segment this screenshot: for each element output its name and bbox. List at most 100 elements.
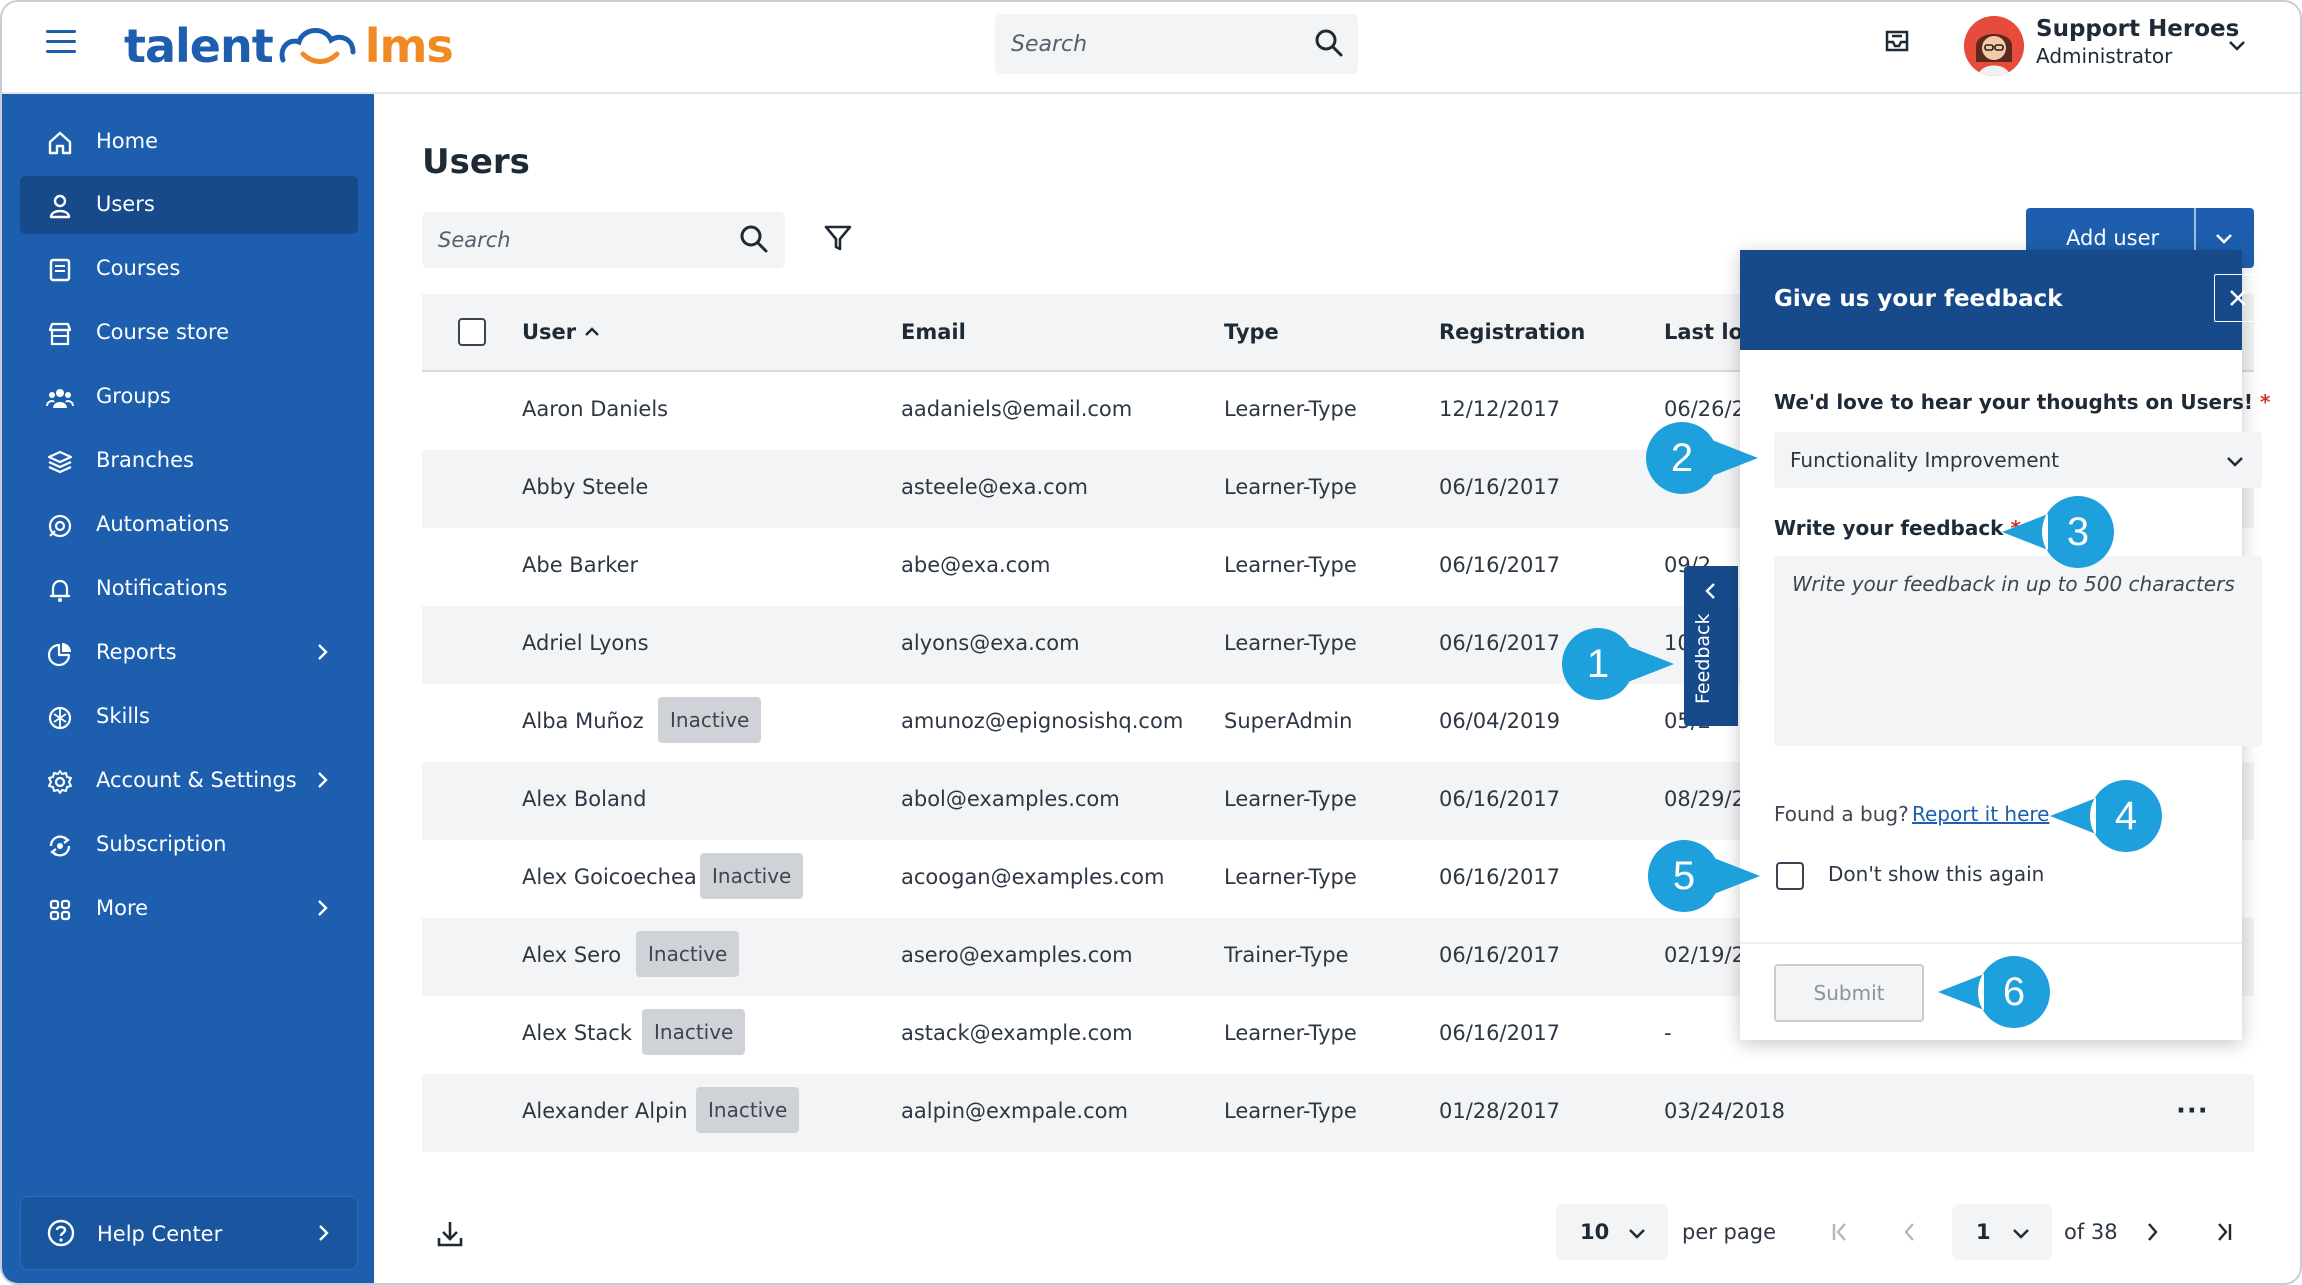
total-pages-label: of 38 xyxy=(2064,1220,2118,1244)
download-icon[interactable] xyxy=(434,1218,466,1250)
dont-show-again-label[interactable]: Don't show this again xyxy=(1828,862,2044,886)
sidebar-item-account-settings[interactable]: Account & Settings xyxy=(20,752,358,810)
search-icon[interactable] xyxy=(1314,28,1344,58)
user-registration: 06/16/2017 xyxy=(1439,553,1561,577)
user-registration: 06/16/2017 xyxy=(1439,787,1561,811)
callout-4: 4 xyxy=(2050,780,2162,852)
status-badge: Inactive xyxy=(642,1009,746,1055)
found-bug-text: Found a bug? xyxy=(1774,802,1909,826)
user-name[interactable]: Alex Sero xyxy=(522,943,621,967)
sidebar-item-label: Courses xyxy=(96,256,181,280)
sidebar-item-users[interactable]: Users xyxy=(20,176,358,234)
help-center-button[interactable]: Help Center xyxy=(20,1196,358,1270)
global-search-input[interactable] xyxy=(1011,28,1291,60)
dont-show-again-checkbox[interactable] xyxy=(1776,862,1804,890)
user-email: alyons@exa.com xyxy=(901,631,1080,655)
sidebar-item-more[interactable]: More xyxy=(20,880,358,938)
sidebar-item-label: Subscription xyxy=(96,832,227,856)
per-page-label: per page xyxy=(1682,1220,1777,1244)
column-header-email[interactable]: Email xyxy=(901,320,966,344)
feedback-textarea[interactable] xyxy=(1774,556,2262,746)
cloud-icon xyxy=(279,28,356,64)
add-user-label: Add user xyxy=(2066,226,2160,250)
menu-icon[interactable] xyxy=(46,30,76,54)
user-email: aadaniels@email.com xyxy=(901,397,1133,421)
user-name[interactable]: Alexander Alpin xyxy=(522,1099,688,1123)
last-page-icon[interactable] xyxy=(2212,1220,2236,1244)
sidebar-item-home[interactable]: Home xyxy=(20,113,358,171)
users-search-input[interactable] xyxy=(438,224,718,256)
sidebar-item-reports[interactable]: Reports xyxy=(20,624,358,682)
user-name[interactable]: Alba Muñoz xyxy=(522,709,644,733)
sidebar-item-notifications[interactable]: Notifications xyxy=(20,560,358,618)
user-type: Learner-Type xyxy=(1224,397,1357,421)
user-name[interactable]: Alex Boland xyxy=(522,787,646,811)
column-header-user[interactable]: User xyxy=(522,320,576,344)
next-page-icon[interactable] xyxy=(2140,1220,2164,1244)
profile-name: Support Heroes xyxy=(2036,16,2240,42)
feedback-tab[interactable]: Feedback xyxy=(1684,566,1738,726)
user-name[interactable]: Alex Goicoechea xyxy=(522,865,697,889)
row-actions-menu[interactable]: ··· xyxy=(2176,1096,2209,1126)
chevron-down-icon xyxy=(1629,1229,1645,1239)
close-button[interactable] xyxy=(2214,274,2262,322)
sidebar-item-courses[interactable]: Courses xyxy=(20,240,358,298)
callout-number: 3 xyxy=(2067,510,2089,554)
feedback-category-select[interactable]: Functionality Improvement xyxy=(1774,432,2262,488)
user-last-login: 03/24/2018 xyxy=(1664,1099,1786,1123)
user-last-login: - xyxy=(1664,1021,1672,1045)
submit-button[interactable]: Submit xyxy=(1774,964,1924,1022)
chevron-down-icon[interactable] xyxy=(2212,226,2236,250)
sidebar-item-label: More xyxy=(96,896,149,920)
user-name[interactable]: Alex Stack xyxy=(522,1021,632,1045)
profile-menu[interactable]: Support Heroes Administrator xyxy=(1964,8,2284,84)
user-name[interactable]: Abe Barker xyxy=(522,553,638,577)
status-badge: Inactive xyxy=(636,931,740,977)
report-bug-link[interactable]: Report it here xyxy=(1912,802,2049,826)
user-registration: 06/16/2017 xyxy=(1439,1021,1561,1045)
sidebar-item-automations[interactable]: Automations xyxy=(20,496,358,554)
feedback-panel-title: Give us your feedback xyxy=(1774,286,2063,312)
user-name[interactable]: Aaron Daniels xyxy=(522,397,668,421)
feedback-question: We'd love to hear your thoughts on Users… xyxy=(1774,390,2270,414)
user-type: Learner-Type xyxy=(1224,787,1357,811)
chevron-right-icon xyxy=(318,772,328,788)
sidebar-item-groups[interactable]: Groups xyxy=(20,368,358,426)
inbox-icon[interactable] xyxy=(1882,26,1912,56)
previous-page-icon[interactable] xyxy=(1898,1220,1922,1244)
required-mark: * xyxy=(2259,390,2271,414)
search-icon[interactable] xyxy=(739,224,769,254)
chevron-down-icon xyxy=(2227,457,2243,467)
user-type: Learner-Type xyxy=(1224,553,1357,577)
first-page-icon[interactable] xyxy=(1828,1220,1852,1244)
status-badge: Inactive xyxy=(658,697,762,743)
chevron-down-icon xyxy=(2229,41,2245,51)
courses-icon xyxy=(49,258,71,282)
per-page-select[interactable]: 10 xyxy=(1556,1204,1668,1260)
user-email: astack@example.com xyxy=(901,1021,1133,1045)
chevron-right-icon xyxy=(318,644,328,660)
sidebar-item-skills[interactable]: Skills xyxy=(20,688,358,746)
user-email: acoogan@examples.com xyxy=(901,865,1165,889)
callout-5: 5 xyxy=(1648,840,1760,912)
user-name[interactable]: Abby Steele xyxy=(522,475,648,499)
logo[interactable]: talent lms xyxy=(124,16,454,76)
sort-ascending-icon[interactable] xyxy=(582,322,602,342)
user-icon xyxy=(49,194,71,219)
page-select[interactable]: 1 xyxy=(1952,1204,2052,1260)
sidebar-item-subscription[interactable]: Subscription xyxy=(20,816,358,874)
profile-role: Administrator xyxy=(2036,44,2173,68)
sidebar-item-label: Branches xyxy=(96,448,194,472)
logo-text-right: lms xyxy=(364,19,454,73)
select-all-checkbox[interactable] xyxy=(458,318,486,346)
filter-icon[interactable] xyxy=(822,222,854,254)
sidebar-item-course-store[interactable]: Course store xyxy=(20,304,358,362)
table-row[interactable]: Alexander Alpin Inactive aalpin@exmpale.… xyxy=(422,1074,2254,1152)
user-type: Learner-Type xyxy=(1224,1099,1357,1123)
column-header-registration[interactable]: Registration xyxy=(1439,320,1585,344)
user-name[interactable]: Adriel Lyons xyxy=(522,631,649,655)
global-search xyxy=(995,14,1358,74)
chevron-left-icon xyxy=(1705,583,1715,599)
sidebar-item-branches[interactable]: Branches xyxy=(20,432,358,490)
column-header-type[interactable]: Type xyxy=(1224,320,1279,344)
